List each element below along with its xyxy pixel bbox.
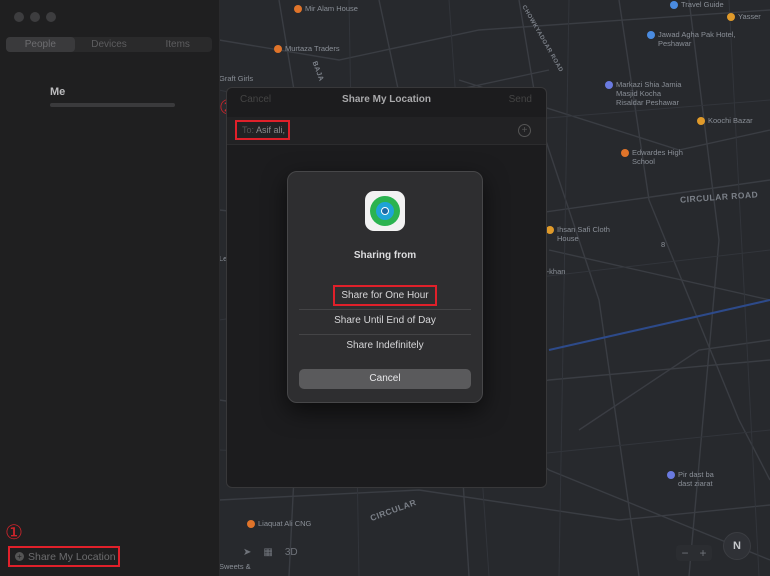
map-poi[interactable]: Pir dast ba dast ziarat <box>667 470 727 488</box>
map-type-icon[interactable]: ▦ <box>263 547 272 558</box>
recipient-token[interactable]: Asif ali, <box>256 125 285 135</box>
map-toolbar: ➤ ▦ 3D <box>243 547 298 558</box>
share-my-location-button[interactable]: + Share My Location <box>8 546 120 567</box>
dialog-cancel-button[interactable]: Cancel <box>299 369 471 389</box>
pin-icon <box>727 13 735 21</box>
location-arrow-icon[interactable]: ➤ <box>243 547 251 558</box>
zoom-out-button[interactable]: − <box>681 545 688 561</box>
share-my-location-label: Share My Location <box>28 550 116 563</box>
window-controls <box>14 12 56 22</box>
mosque-icon <box>605 81 613 89</box>
recipient-row: To: Asif ali, + <box>227 117 546 145</box>
recipient-field[interactable]: To: Asif ali, <box>235 120 290 140</box>
share-until-end-of-day-button[interactable]: Share Until End of Day <box>299 309 471 333</box>
tab-people[interactable]: People <box>6 37 75 52</box>
sidebar: People Devices Items Me + Share My Locat… <box>0 0 220 576</box>
person-location-placeholder <box>50 103 175 107</box>
fuel-icon <box>247 520 255 528</box>
pin-icon <box>294 5 302 13</box>
pin-icon <box>670 1 678 9</box>
compass-button[interactable]: N <box>723 532 751 560</box>
pin-icon <box>647 31 655 39</box>
sidebar-tabs: People Devices Items <box>6 37 212 52</box>
shrine-icon <box>667 471 675 479</box>
send-button[interactable]: Send <box>509 94 532 105</box>
find-my-icon <box>365 191 405 231</box>
pin-icon <box>697 117 705 125</box>
map-poi[interactable]: Liaquat Ali CNG <box>247 519 311 528</box>
minimize-window-button[interactable] <box>30 12 40 22</box>
zoom-control: − + <box>676 545 712 561</box>
map-poi[interactable]: Mir Alam House <box>294 4 358 13</box>
map-poi[interactable]: Jawad Agha Pak Hotel, Peshawar <box>647 30 742 48</box>
map-label: l-khan <box>545 267 566 276</box>
map-poi[interactable]: Yasser <box>727 12 761 21</box>
person-row-me[interactable]: Me <box>50 86 175 107</box>
dialog-title: Sharing from <box>353 250 417 261</box>
map-poi[interactable]: Travel Guide <box>670 0 724 9</box>
step-callout-1: ① <box>5 520 23 544</box>
person-name: Me <box>50 86 66 98</box>
sharing-duration-dialog: Sharing from Share for One Hour Share Un… <box>287 171 483 403</box>
plus-circle-icon[interactable]: + <box>518 124 531 137</box>
share-indefinitely-button[interactable]: Share Indefinitely <box>299 334 471 358</box>
pin-icon <box>274 45 282 53</box>
map-poi[interactable]: Graft Girls <box>219 74 253 83</box>
school-icon <box>621 149 629 157</box>
zoom-window-button[interactable] <box>46 12 56 22</box>
tab-items[interactable]: Items <box>143 37 212 52</box>
tab-devices[interactable]: Devices <box>75 37 144 52</box>
3d-toggle-button[interactable]: 3D <box>285 547 298 558</box>
share-one-hour-button[interactable]: Share for One Hour <box>299 284 471 308</box>
map-poi[interactable]: Edwardes High School <box>621 148 686 166</box>
plus-icon: + <box>15 552 24 561</box>
pin-icon <box>546 226 554 234</box>
sheet-title: Share My Location <box>342 94 431 105</box>
share-one-hour-label: Share for One Hour <box>333 285 437 306</box>
to-label: To: <box>242 125 255 135</box>
close-window-button[interactable] <box>14 12 24 22</box>
map-poi[interactable]: Koochi Bazar <box>697 116 753 125</box>
map-poi[interactable]: Murtaza Traders <box>274 44 340 53</box>
map-label: 8 <box>661 240 666 249</box>
map-poi[interactable]: Ihsan Safi Cloth House <box>546 225 616 243</box>
zoom-in-button[interactable]: + <box>699 545 706 561</box>
map-poi[interactable]: Sweets & <box>219 562 251 571</box>
map-poi[interactable]: Markazi Shia Jamia Masjid Kocha Risaldar… <box>605 80 690 107</box>
